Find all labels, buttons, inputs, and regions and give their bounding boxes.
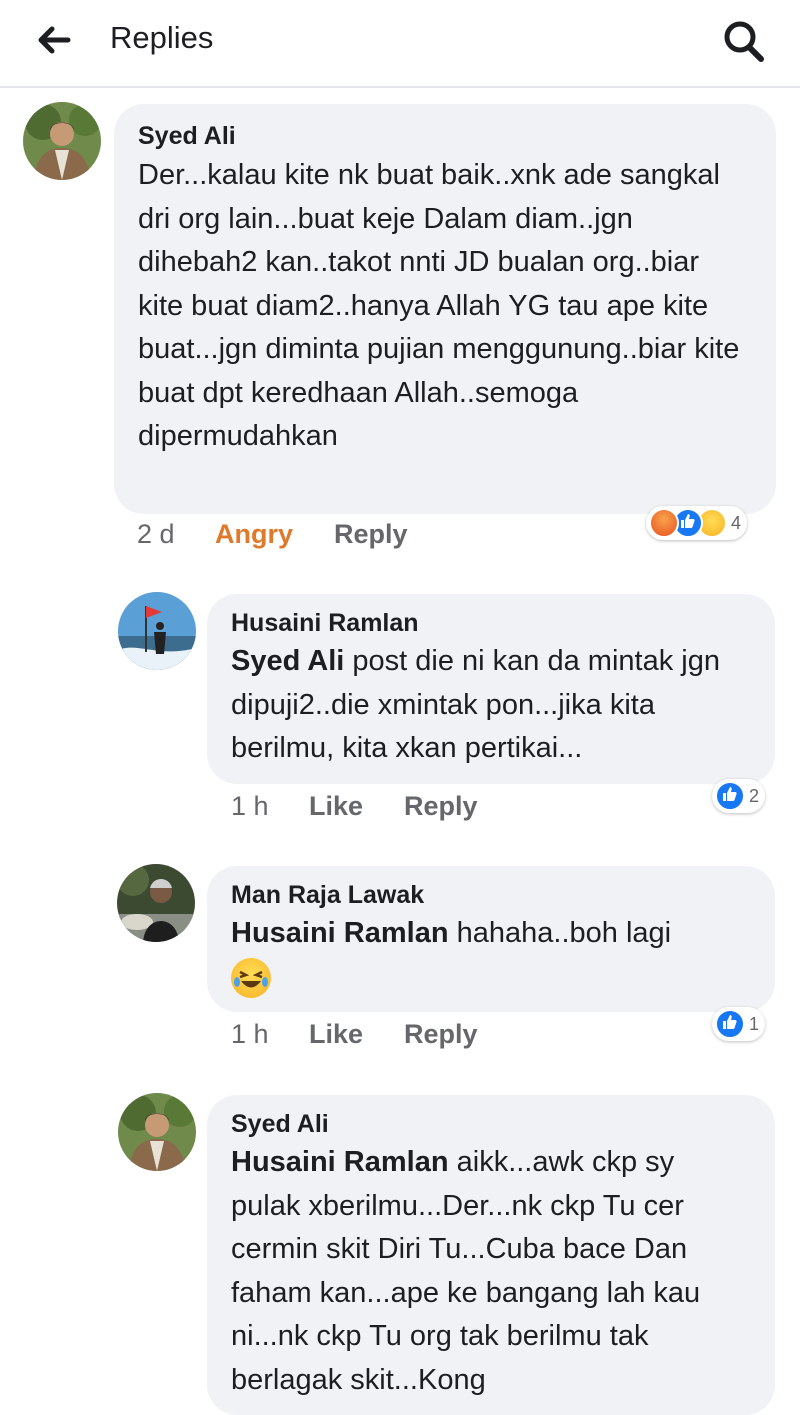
reaction-summary[interactable]: 2 <box>712 779 766 813</box>
comment-body: hahaha..boh lagi <box>448 917 672 949</box>
comment-author[interactable]: Husaini Ramlan <box>231 606 751 640</box>
comment-bubble: Syed Ali Husaini Ramlan aikk...awk ckp s… <box>207 1095 775 1415</box>
comment-bubble: Man Raja Lawak Husaini Ramlan hahaha..bo… <box>207 866 775 1012</box>
laughing-emoji-icon <box>231 957 271 998</box>
reaction-count: 2 <box>749 785 760 806</box>
like-button[interactable]: Like <box>309 1019 363 1050</box>
comment-author[interactable]: Syed Ali <box>231 1107 751 1141</box>
comment-text: Syed Ali post die ni kan da mintak jgn d… <box>231 640 751 771</box>
avatar[interactable] <box>117 864 195 942</box>
back-button[interactable] <box>30 18 80 62</box>
reply-button[interactable]: Reply <box>404 1019 478 1050</box>
mention-link[interactable]: Husaini Ramlan <box>231 1146 449 1178</box>
avatar[interactable] <box>118 1093 196 1171</box>
like-icon <box>715 781 745 811</box>
comment-text: Der...kalau kite nk buat baik..xnk ade s… <box>138 159 740 452</box>
avatar[interactable] <box>23 102 101 180</box>
comment-time[interactable]: 1 h <box>231 791 269 822</box>
mention-link[interactable]: Syed Ali <box>231 645 344 677</box>
top-bar: Replies <box>0 0 800 88</box>
reply-button[interactable]: Reply <box>404 791 478 822</box>
arrow-left-icon <box>38 26 71 54</box>
search-button[interactable] <box>718 16 770 66</box>
reaction-count: 4 <box>731 512 742 533</box>
angry-emoji-icon <box>649 508 679 538</box>
like-button[interactable]: Like <box>309 791 363 822</box>
comment-text: Husaini Ramlan aikk...awk ckp sy pulak x… <box>231 1141 751 1402</box>
reaction-count: 1 <box>749 1013 760 1034</box>
comment-time[interactable]: 2 d <box>137 519 175 550</box>
mention-link[interactable]: Husaini Ramlan <box>231 917 449 949</box>
comment-time[interactable]: 1 h <box>231 1019 269 1050</box>
like-icon <box>715 1009 745 1039</box>
page-title: Replies <box>110 20 214 55</box>
comment-text: Husaini Ramlan hahaha..boh lagi <box>231 912 751 956</box>
comment-bubble: Syed Ali Der...kalau kite nk buat baik..… <box>114 104 776 514</box>
search-icon <box>724 21 764 62</box>
avatar[interactable] <box>118 592 196 670</box>
comment-author[interactable]: Man Raja Lawak <box>231 878 751 912</box>
reply-button[interactable]: Reply <box>334 519 408 550</box>
comment-bubble: Husaini Ramlan Syed Ali post die ni kan … <box>207 594 775 784</box>
comment-author[interactable]: Syed Ali <box>138 118 752 154</box>
reaction-summary[interactable]: 4 <box>646 506 748 540</box>
reaction-summary[interactable]: 1 <box>712 1007 766 1041</box>
comment-body: aikk...awk ckp sy pulak xberilmu...Der..… <box>231 1146 701 1396</box>
angry-reaction-button[interactable]: Angry <box>215 519 293 550</box>
